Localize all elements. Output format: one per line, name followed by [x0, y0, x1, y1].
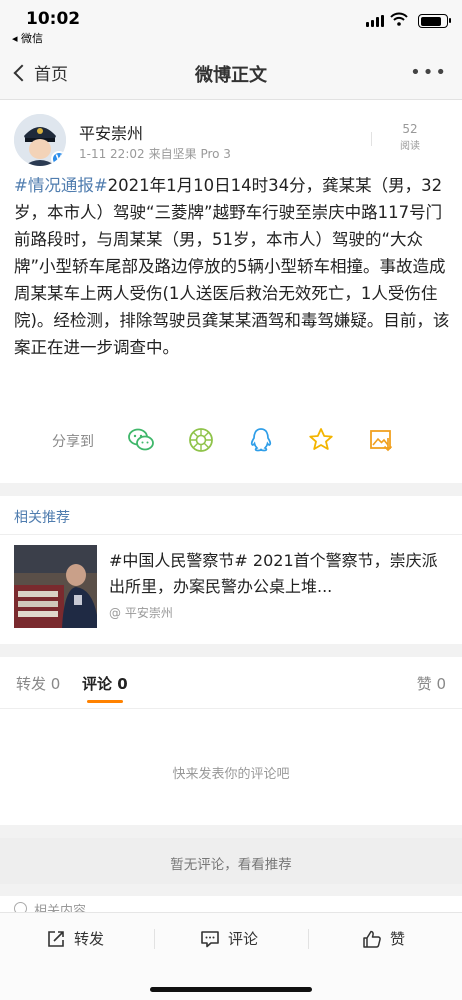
tab-comment[interactable]: 评论 0: [82, 673, 128, 694]
status-time: 10:02: [26, 9, 81, 29]
comment-label: 评论: [228, 930, 259, 948]
related-source-name: 平安崇州: [124, 606, 173, 620]
like-label: 赞: [390, 930, 406, 948]
read-count-value: 52: [402, 122, 418, 136]
more-options-button[interactable]: •••: [410, 62, 448, 83]
author-name[interactable]: 平安崇州: [79, 120, 143, 144]
cellular-signal-icon: [366, 15, 384, 27]
home-indicator[interactable]: [150, 987, 312, 992]
verified-badge-icon: V: [51, 151, 66, 166]
tab-like[interactable]: 赞 0: [417, 673, 446, 694]
status-bar: 10:02 ◂ 微信: [0, 0, 462, 46]
active-tab-indicator: [87, 700, 123, 703]
star-favorite-icon[interactable]: [306, 425, 336, 455]
moments-icon[interactable]: [186, 425, 216, 455]
read-count: 52 阅读: [400, 122, 420, 152]
hashtag-link[interactable]: #情况通报#: [14, 176, 108, 195]
post-time: 1-11 22:02: [79, 147, 145, 161]
wechat-icon[interactable]: [126, 425, 156, 455]
post-body: 2021年1月10日14时34分，龚某某（男，32岁，本市人）驾驶“三菱牌”越野…: [14, 176, 450, 357]
share-label: 分享到: [52, 434, 94, 450]
section-title: 相关推荐: [14, 510, 70, 526]
tab-repost[interactable]: 转发 0: [16, 673, 60, 694]
comment-icon: [201, 930, 219, 947]
share-bar: 分享到: [0, 422, 462, 460]
at-icon: @: [109, 606, 125, 620]
qq-icon[interactable]: [246, 425, 276, 455]
police-officer-photo: [14, 545, 97, 628]
bottom-toolbar: 转发 评论 赞: [0, 912, 462, 1000]
related-item-title[interactable]: #中国人民警察节# 2021首个警察节，崇庆派出所里，办案民警办公桌上堆...: [109, 548, 449, 600]
divider: [308, 929, 309, 949]
divider: [154, 929, 155, 949]
related-thumbnail[interactable]: [14, 545, 97, 628]
no-comments-text: 暂无评论，看看推荐: [170, 857, 292, 873]
comment-button[interactable]: 评论: [200, 928, 258, 949]
like-button[interactable]: 赞: [362, 928, 405, 949]
read-count-label: 阅读: [400, 141, 420, 152]
repost-button[interactable]: 转发: [46, 928, 104, 949]
thumbs-up-icon: [363, 930, 381, 948]
post-content: #情况通报#2021年1月10日14时34分，龚某某（男，32岁，本市人）驾驶“…: [14, 172, 450, 361]
navigation-bar: 首页 微博正文 •••: [0, 46, 462, 100]
back-to-app-link[interactable]: ◂ 微信: [12, 30, 43, 46]
repost-label: 转发: [74, 930, 105, 948]
related-item-source: @ 平安崇州: [109, 604, 173, 621]
related-recommend-section: 相关推荐 #中国人民警察节# 2021首个警察节，崇庆派出所里，办案民警办公桌上…: [0, 496, 462, 644]
author-avatar[interactable]: V: [14, 114, 66, 166]
save-image-icon[interactable]: [366, 425, 396, 455]
post-meta: 1-11 22:02 来自坚果 Pro 3: [79, 145, 231, 162]
page-title: 微博正文: [195, 65, 267, 86]
interaction-tabs: 转发 0 评论 0 赞 0: [0, 657, 462, 709]
no-comments-banner[interactable]: 暂无评论，看看推荐: [0, 838, 462, 884]
divider: [371, 132, 372, 146]
comments-empty-state: 快来发表你的评论吧: [0, 709, 462, 825]
divider: [0, 534, 462, 535]
repost-icon: [48, 930, 64, 947]
battery-icon: [418, 14, 451, 28]
post-source: 来自坚果 Pro 3: [148, 147, 231, 161]
empty-comment-hint: 快来发表你的评论吧: [172, 767, 290, 782]
wifi-icon: [390, 12, 408, 26]
weibo-post: V 平安崇州 1-11 22:02 来自坚果 Pro 3 52 阅读 #情况通报#…: [0, 100, 462, 483]
